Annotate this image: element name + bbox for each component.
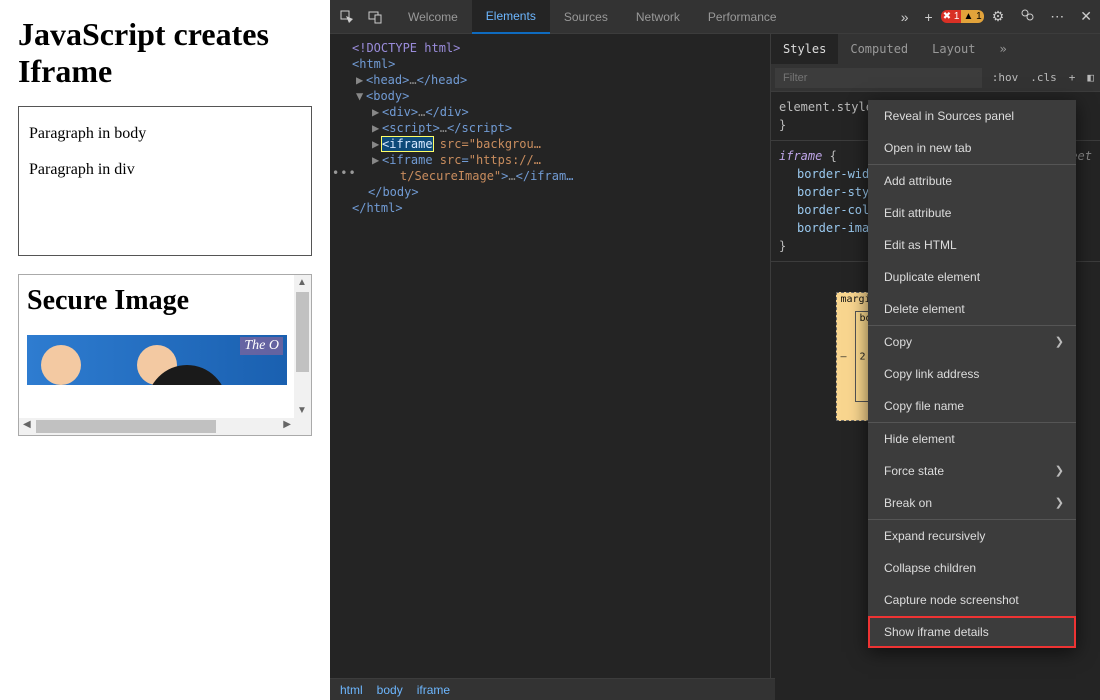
- sidebar-toggle-icon[interactable]: ◧: [1081, 71, 1100, 84]
- devtools-toolbar: Welcome Elements Sources Network Perform…: [330, 0, 1100, 34]
- context-menu: Reveal in Sources panel Open in new tab …: [868, 100, 1076, 648]
- rendered-page: JavaScript creates Iframe Paragraph in b…: [0, 0, 330, 700]
- breadcrumb[interactable]: html body iframe: [330, 678, 775, 700]
- content-box: Paragraph in body Paragraph in div: [18, 106, 312, 256]
- ctx-copy-filename[interactable]: Copy file name: [868, 390, 1076, 422]
- ctx-break-on[interactable]: Break on❯: [868, 487, 1076, 519]
- ctx-expand-recursively[interactable]: Expand recursively: [868, 520, 1076, 552]
- ctx-duplicate[interactable]: Duplicate element: [868, 261, 1076, 293]
- close-icon[interactable]: ✕: [1072, 8, 1100, 25]
- plus-icon[interactable]: +: [917, 9, 941, 25]
- kebab-icon[interactable]: ⋯: [1042, 8, 1072, 25]
- feedback-icon[interactable]: [1012, 8, 1042, 25]
- ctx-delete[interactable]: Delete element: [868, 293, 1076, 325]
- issues-badge[interactable]: ✖ 1▲ 1: [941, 10, 984, 23]
- selected-iframe-node[interactable]: ▶<iframe src="backgrou…: [330, 136, 770, 152]
- chevron-right-icon: ❯: [1055, 464, 1064, 477]
- ctx-force-state[interactable]: Force state❯: [868, 455, 1076, 487]
- chevron-right-icon: ❯: [1055, 496, 1064, 509]
- chevron-right-icon: ❯: [1055, 335, 1064, 348]
- page-title: JavaScript creates Iframe: [18, 16, 312, 90]
- tab-sources[interactable]: Sources: [550, 0, 622, 34]
- paragraph-div: Paragraph in div: [29, 161, 301, 179]
- crumb-iframe[interactable]: iframe: [417, 683, 450, 697]
- tab-network[interactable]: Network: [622, 0, 694, 34]
- tab-layout[interactable]: Layout: [920, 34, 987, 64]
- ctx-open-new-tab[interactable]: Open in new tab: [868, 132, 1076, 164]
- styles-tabs: Styles Computed Layout »: [771, 34, 1100, 64]
- iframe-scrollbar-vertical[interactable]: ▲▼: [294, 275, 311, 418]
- more-tabs-icon[interactable]: »: [893, 9, 917, 25]
- devtools-panel: Welcome Elements Sources Network Perform…: [330, 0, 1100, 700]
- crumb-html[interactable]: html: [340, 683, 363, 697]
- overflow-dots-icon: •••: [332, 166, 357, 180]
- new-style-plus-icon[interactable]: +: [1063, 71, 1082, 84]
- iframe-heading: Secure Image: [27, 285, 285, 317]
- tab-computed[interactable]: Computed: [838, 34, 920, 64]
- cls-toggle[interactable]: .cls: [1024, 71, 1063, 84]
- tab-performance[interactable]: Performance: [694, 0, 791, 34]
- paragraph-body: Paragraph in body: [29, 125, 301, 143]
- ctx-edit-html[interactable]: Edit as HTML: [868, 229, 1076, 261]
- tab-welcome[interactable]: Welcome: [394, 0, 472, 34]
- iframe-preview: Secure Image The O ▲▼ ◀▶: [18, 274, 312, 436]
- tab-elements[interactable]: Elements: [472, 0, 550, 34]
- device-toggle-icon[interactable]: [366, 8, 384, 26]
- crumb-body[interactable]: body: [377, 683, 403, 697]
- secure-image-thumb: The O: [27, 335, 287, 385]
- iframe-scrollbar-horizontal[interactable]: ◀▶: [19, 418, 311, 435]
- elements-tree[interactable]: <!DOCTYPE html> <html> ▶<head>…</head> ▼…: [330, 34, 770, 700]
- ctx-show-iframe-details[interactable]: Show iframe details: [868, 616, 1076, 648]
- inspect-icon[interactable]: [338, 8, 356, 26]
- hov-toggle[interactable]: :hov: [986, 71, 1025, 84]
- ctx-reveal-sources[interactable]: Reveal in Sources panel: [868, 100, 1076, 132]
- ctx-capture-screenshot[interactable]: Capture node screenshot: [868, 584, 1076, 616]
- settings-gear-icon[interactable]: ⚙: [984, 8, 1013, 25]
- ctx-hide-element[interactable]: Hide element: [868, 423, 1076, 455]
- ctx-copy[interactable]: Copy❯: [868, 326, 1076, 358]
- ctx-collapse-children[interactable]: Collapse children: [868, 552, 1076, 584]
- ctx-copy-link[interactable]: Copy link address: [868, 358, 1076, 390]
- more-styles-tabs-icon[interactable]: »: [988, 34, 1019, 64]
- styles-filter-input[interactable]: [775, 68, 982, 88]
- styles-filter-bar: :hov .cls + ◧: [771, 64, 1100, 92]
- tab-styles[interactable]: Styles: [771, 34, 838, 64]
- ctx-edit-attribute[interactable]: Edit attribute: [868, 197, 1076, 229]
- ctx-add-attribute[interactable]: Add attribute: [868, 165, 1076, 197]
